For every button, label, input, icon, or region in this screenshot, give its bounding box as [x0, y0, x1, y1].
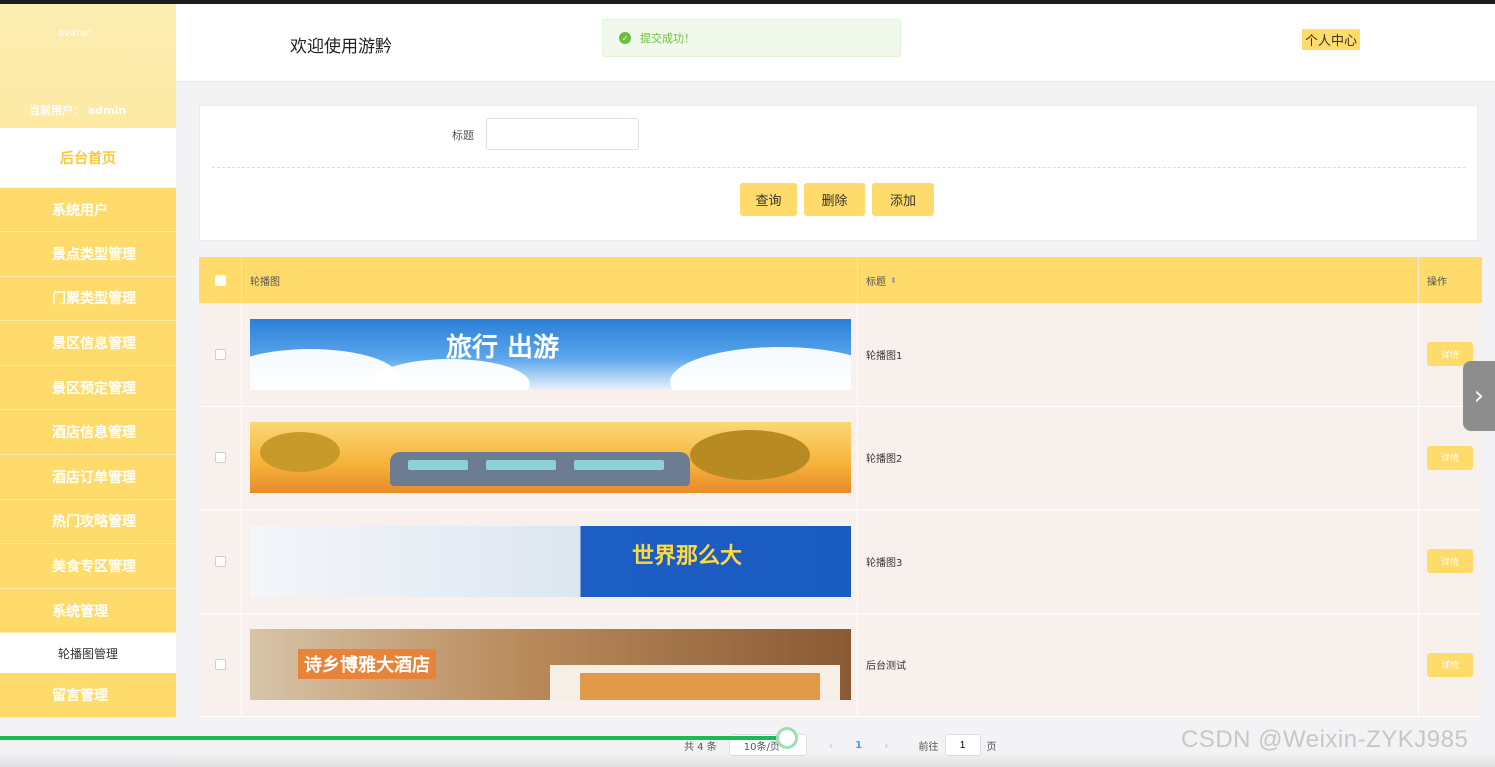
image-cell	[242, 406, 858, 509]
table-row: 轮播图2 详情	[199, 406, 1482, 510]
page-title: 欢迎使用游黔	[290, 37, 392, 57]
sidebar-item-ticket-types[interactable]: 门票类型管理	[0, 276, 176, 322]
sidebar-item-messages[interactable]: 留言管理	[0, 673, 176, 718]
title-search-input[interactable]	[486, 118, 639, 150]
actions-cell: 详情	[1419, 614, 1482, 717]
sidebar-subitem-carousel[interactable]: 轮播图管理	[0, 633, 176, 674]
row-select-cell	[199, 303, 242, 406]
carousel-image: 诗乡博雅大酒店	[250, 629, 851, 701]
page-number-current[interactable]: 1	[855, 740, 862, 751]
actions-cell: 详情	[1419, 510, 1482, 613]
table-row: 旅行 出游 轮播图1 详情	[199, 303, 1482, 407]
goto-label: 前往	[918, 741, 939, 753]
carousel-image: 旅行 出游	[250, 318, 851, 390]
bus-window	[574, 460, 664, 471]
personal-center-link[interactable]: 个人中心	[1302, 29, 1361, 50]
bus-window	[408, 460, 468, 471]
bus-window	[486, 460, 556, 471]
select-all-cell	[199, 257, 242, 303]
toast-message: 提交成功！	[640, 32, 695, 45]
image-cell: 诗乡博雅大酒店	[242, 613, 858, 716]
sidebar-header: avatar 当前用户： admin	[0, 4, 176, 128]
sidebar-item-food-zone[interactable]: 美食专区管理	[0, 544, 176, 589]
bed-cover-shape	[580, 673, 820, 701]
tree-shape	[690, 430, 810, 481]
title-cell: 后台测试	[858, 613, 1419, 716]
detail-button[interactable]: 详情	[1427, 652, 1473, 677]
query-button[interactable]: 查询	[740, 183, 797, 216]
current-user-label: 当前用户： admin	[29, 104, 127, 117]
banner-text: 旅行 出游	[446, 332, 560, 363]
tree-shape	[260, 432, 340, 473]
page-suffix-label: 页	[986, 741, 997, 753]
column-header-title-label: 标题	[866, 276, 886, 288]
row-checkbox[interactable]	[214, 555, 226, 567]
title-filter-label: 标题	[452, 129, 474, 142]
sidebar-item-hot-guides[interactable]: 热门攻略管理	[0, 499, 176, 545]
next-page-icon[interactable]: ›	[884, 739, 888, 752]
sidebar-item-scenic-info[interactable]: 景区信息管理	[0, 321, 176, 366]
image-cell: 世界那么大	[242, 510, 858, 613]
check-circle-icon: ✓	[619, 32, 631, 44]
bus-shape	[390, 452, 690, 487]
row-checkbox[interactable]	[214, 659, 226, 671]
table-header: 轮播图 标题 ⬍ 操作	[199, 257, 1482, 303]
sidebar-item-home[interactable]: 后台首页	[0, 128, 176, 188]
sidebar: avatar 当前用户： admin 后台首页 系统用户 景点类型管理 门票类型…	[0, 4, 176, 767]
detail-button[interactable]: 详情	[1427, 549, 1473, 574]
search-panel: 标题 查询 删除 添加	[199, 105, 1478, 241]
carousel-image	[250, 422, 851, 494]
sidebar-item-scenic-types[interactable]: 景点类型管理	[0, 232, 176, 277]
add-button[interactable]: 添加	[872, 183, 934, 216]
banner-text: 诗乡博雅大酒店	[298, 649, 436, 680]
sidebar-item-system-management[interactable]: 系统管理	[0, 588, 176, 634]
cloud-shape	[670, 346, 851, 390]
row-checkbox[interactable]	[214, 452, 226, 464]
select-all-checkbox[interactable]	[214, 274, 226, 286]
table-row: 诗乡博雅大酒店 后台测试 详情	[199, 613, 1482, 717]
row-select-cell	[199, 406, 242, 509]
row-select-cell	[199, 613, 242, 716]
carousel-image: 世界那么大	[250, 525, 851, 597]
title-cell: 轮播图1	[858, 303, 1419, 406]
image-cell: 旅行 出游	[242, 303, 858, 406]
next-slide-arrow-icon[interactable]: ›	[1463, 361, 1495, 431]
prev-page-icon[interactable]: ‹	[829, 739, 833, 752]
video-bottom-shade	[0, 752, 1495, 767]
column-header-image: 轮播图	[242, 257, 858, 303]
divider	[212, 167, 1466, 168]
sidebar-item-hotel-info[interactable]: 酒店信息管理	[0, 410, 176, 455]
avatar: avatar	[58, 28, 91, 39]
sidebar-item-hotel-orders[interactable]: 酒店订单管理	[0, 454, 176, 500]
carousel-table: 轮播图 标题 ⬍ 操作 旅行 出游 轮播图1 详情 轮播图2 详情 世界那么大 …	[199, 257, 1482, 717]
delete-button[interactable]: 删除	[804, 183, 865, 216]
column-header-title[interactable]: 标题 ⬍	[858, 257, 1419, 303]
sort-icon[interactable]: ⬍	[890, 276, 897, 285]
title-cell: 轮播图3	[858, 510, 1419, 613]
table-row: 世界那么大 轮播图3 详情	[199, 510, 1482, 614]
column-header-actions: 操作	[1427, 276, 1447, 288]
success-toast: ✓ 提交成功！	[602, 19, 901, 57]
detail-button[interactable]: 详情	[1427, 445, 1473, 470]
row-select-cell	[199, 510, 242, 613]
row-checkbox[interactable]	[214, 348, 226, 360]
watermark: CSDN @Weixin-ZYKJ985	[1181, 726, 1469, 753]
top-header: 欢迎使用游黔 ✓ 提交成功！ 个人中心	[176, 4, 1495, 82]
title-cell: 轮播图2	[858, 406, 1419, 509]
sidebar-item-system-users[interactable]: 系统用户	[0, 188, 176, 232]
video-progress-bar[interactable]	[0, 736, 786, 740]
banner-text: 世界那么大	[632, 542, 743, 569]
sidebar-item-scenic-booking[interactable]: 景区预定管理	[0, 365, 176, 411]
video-progress-knob[interactable]	[776, 727, 798, 749]
